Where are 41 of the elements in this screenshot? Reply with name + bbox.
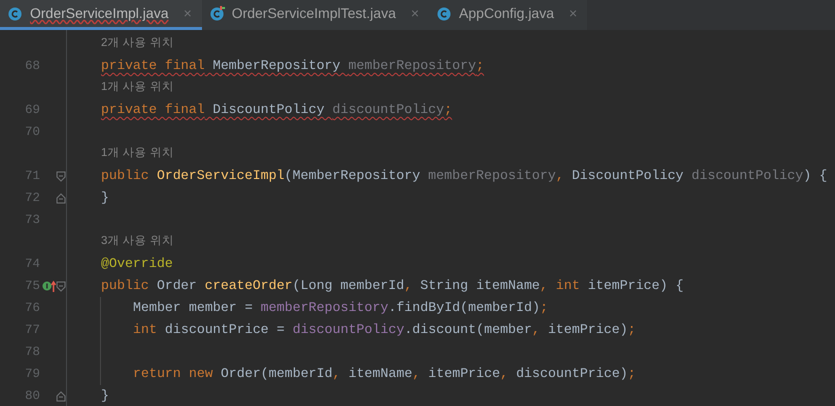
fold-icon[interactable] (56, 192, 66, 204)
line-number: 78 (24, 344, 40, 361)
line-number: 80 (24, 388, 40, 405)
fold-icon[interactable] (56, 390, 66, 402)
usage-hint[interactable]: 2개 사용 위치 (101, 35, 174, 53)
line-number: 79 (24, 366, 40, 383)
usage-hint[interactable]: 1개 사용 위치 (101, 79, 174, 97)
line-number: 68 (24, 58, 40, 75)
file-tab[interactable]: AppConfig.java × (429, 0, 588, 30)
code-line: public Order createOrder(Long memberId, String itemName, int itemPrice) { (101, 278, 684, 294)
line-number: 76 (24, 300, 40, 317)
code-line: Member member = memberRepository.findById(memberId); (133, 300, 548, 316)
code-line: @Override (101, 256, 173, 272)
code-line: public OrderServiceImpl(MemberRepository memberRepository, DiscountPolicy discountPolicy) { (101, 168, 828, 184)
fold-icon[interactable] (56, 280, 66, 292)
line-number: 71 (24, 168, 40, 185)
close-icon[interactable]: × (184, 3, 192, 24)
code-line: } (101, 388, 109, 404)
file-tab[interactable]: OrderServiceImpl.java × (0, 0, 202, 30)
line-number: 72 (24, 190, 40, 207)
close-icon[interactable]: × (410, 3, 420, 24)
test-class-icon (210, 6, 225, 21)
class-icon (437, 6, 452, 21)
line-number: 77 (24, 322, 40, 339)
usage-hint[interactable]: 3개 사용 위치 (101, 233, 174, 251)
class-icon (8, 6, 23, 21)
code-line: int discountPrice = discountPolicy.discount(member, itemPrice); (133, 322, 636, 338)
line-number: 69 (24, 102, 40, 119)
code-line: private final DiscountPolicy discountPolicy; (101, 102, 452, 118)
code-line: } (101, 190, 109, 206)
close-icon[interactable]: × (569, 3, 578, 24)
usage-hint[interactable]: 1개 사용 위치 (101, 145, 174, 163)
code-line: private final MemberRepository memberRepository; (101, 58, 484, 74)
fold-icon[interactable] (56, 170, 66, 182)
line-number: 70 (24, 124, 40, 141)
line-number: 73 (24, 212, 40, 229)
code-line: return new Order(memberId, itemName, itemPrice, discountPrice); (133, 366, 636, 382)
line-number: 74 (24, 256, 40, 273)
line-number: 75 (24, 278, 40, 295)
implements-marker-icon[interactable] (42, 280, 56, 292)
file-tab[interactable]: OrderServiceImplTest.java × (202, 0, 430, 30)
